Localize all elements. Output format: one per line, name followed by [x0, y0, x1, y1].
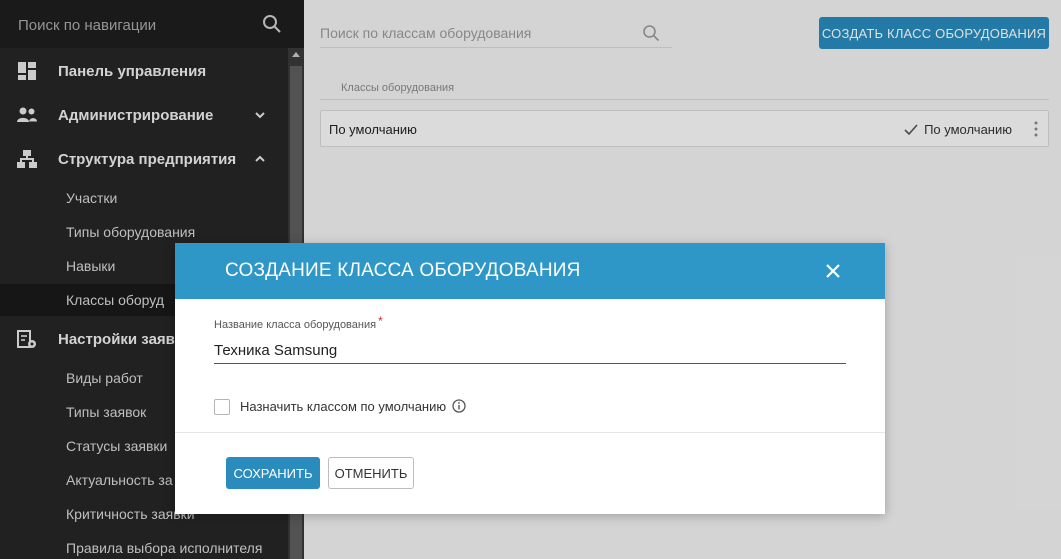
dialog-header: СОЗДАНИЕ КЛАССА ОБОРУДОВАНИЯ — [175, 243, 885, 299]
create-class-dialog: СОЗДАНИЕ КЛАССА ОБОРУДОВАНИЯ Название кл… — [175, 243, 885, 514]
save-button[interactable]: СОХРАНИТЬ — [226, 457, 320, 489]
cancel-button[interactable]: ОТМЕНИТЬ — [328, 457, 414, 489]
close-icon[interactable] — [825, 263, 841, 279]
class-name-label: Название класса оборудования * — [214, 314, 383, 331]
required-mark: * — [378, 314, 383, 328]
default-class-checkbox[interactable] — [214, 399, 230, 415]
default-class-checkbox-label[interactable]: Назначить классом по умолчанию — [240, 399, 446, 414]
info-icon[interactable] — [452, 399, 466, 413]
class-name-label-text: Название класса оборудования — [214, 319, 377, 331]
dialog-divider — [175, 432, 885, 433]
dialog-title: СОЗДАНИЕ КЛАССА ОБОРУДОВАНИЯ — [225, 260, 581, 281]
class-name-field[interactable] — [214, 338, 846, 364]
